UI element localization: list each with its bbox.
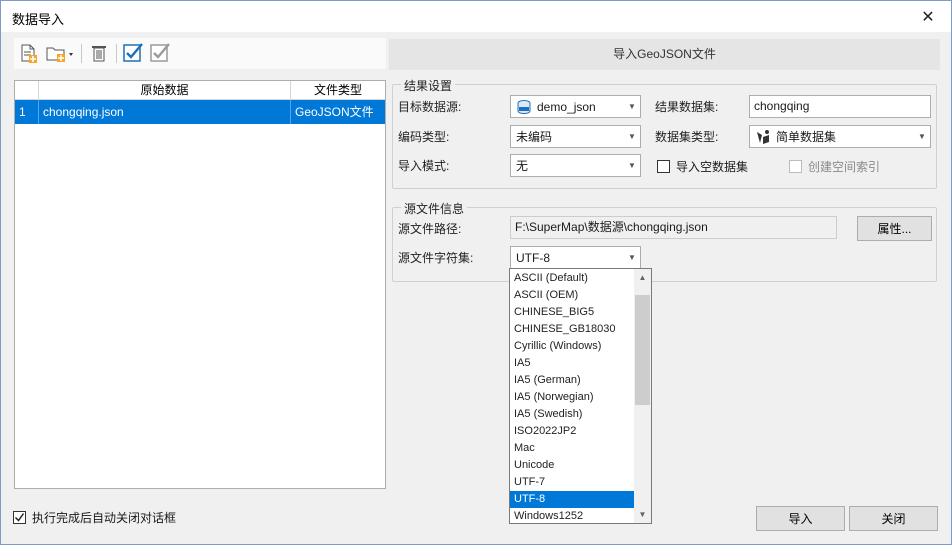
charset-option[interactable]: IA5 (Norwegian) — [510, 389, 635, 406]
charset-option[interactable]: Mac — [510, 440, 635, 457]
toolbar — [14, 38, 386, 69]
chevron-down-icon[interactable]: ▼ — [624, 96, 640, 117]
create-index-label: 创建空间索引 — [808, 160, 881, 174]
encoding-value: 未编码 — [516, 130, 553, 144]
grid-header: 原始数据 文件类型 — [15, 81, 385, 100]
charset-option[interactable]: UTF-8 — [510, 491, 635, 508]
charset-option[interactable]: ASCII (Default) — [510, 270, 635, 287]
encoding-label: 编码类型: — [398, 130, 450, 144]
charset-option[interactable]: IA5 (Swedish) — [510, 406, 635, 423]
scroll-down-icon[interactable]: ▼ — [634, 506, 651, 523]
close-icon[interactable]: ✕ — [905, 1, 951, 32]
grid-header-type[interactable]: 文件类型 — [291, 81, 385, 100]
create-index-option[interactable]: 创建空间索引 — [789, 158, 880, 175]
charset-value: UTF-8 — [516, 250, 550, 265]
close-button[interactable]: 关闭 — [849, 506, 938, 531]
source-path-label: 源文件路径: — [398, 222, 462, 236]
source-path-field: F:\SuperMap\数据源\chongqing.json — [510, 216, 837, 239]
datasource-icon — [516, 99, 532, 115]
row-index: 1 — [15, 100, 39, 124]
target-source-value: demo_json — [537, 99, 596, 114]
chevron-down-icon[interactable]: ▼ — [624, 247, 640, 268]
grid-header-index — [15, 81, 39, 100]
charset-option[interactable]: Cyrillic (Windows) — [510, 338, 635, 355]
file-grid[interactable]: 原始数据 文件类型 1 chongqing.json GeoJSON文件 — [14, 80, 386, 489]
charset-option[interactable]: IA5 — [510, 355, 635, 372]
properties-button[interactable]: 属性... — [857, 216, 932, 241]
scrollbar-thumb[interactable] — [635, 295, 650, 405]
charset-option[interactable]: UTF-7 — [510, 474, 635, 491]
dataset-type-combo[interactable]: 简单数据集 ▼ — [749, 125, 931, 148]
target-source-combo[interactable]: demo_json ▼ — [510, 95, 641, 118]
add-folder-icon[interactable] — [44, 41, 76, 65]
auto-close-option[interactable]: 执行完成后自动关闭对话框 — [13, 509, 176, 526]
charset-option[interactable]: Unicode — [510, 457, 635, 474]
select-all-icon[interactable] — [121, 41, 145, 65]
auto-close-label: 执行完成后自动关闭对话框 — [32, 511, 177, 525]
dataset-type-label: 数据集类型: — [655, 130, 719, 144]
charset-dropdown-list[interactable]: ASCII (Default) ASCII (OEM) CHINESE_BIG5 CH… — [509, 268, 652, 524]
scroll-up-icon[interactable]: ▲ — [634, 269, 651, 286]
import-dialog: 数据导入 ✕ 原始数据 文件类型 1 chongqing.json GeoJSO… — [0, 0, 952, 545]
chevron-down-icon[interactable]: ▼ — [624, 126, 640, 147]
target-source-label: 目标数据源: — [398, 100, 462, 114]
result-dataset-input[interactable]: chongqing — [749, 95, 931, 118]
chevron-down-icon[interactable]: ▼ — [914, 126, 930, 147]
charset-option[interactable]: CHINESE_BIG5 — [510, 304, 635, 321]
result-dataset-label: 结果数据集: — [655, 100, 719, 114]
title-bar: 数据导入 ✕ — [1, 1, 951, 32]
dropdown-scrollbar[interactable]: ▲ ▼ — [634, 269, 651, 523]
select-inverse-icon[interactable] — [148, 41, 172, 65]
row-filetype[interactable]: GeoJSON文件 — [291, 100, 385, 124]
charset-option[interactable]: Windows1252 — [510, 508, 635, 525]
delete-icon[interactable] — [87, 41, 111, 65]
charset-option[interactable]: IA5 (German) — [510, 372, 635, 389]
create-index-checkbox[interactable] — [789, 160, 802, 173]
import-mode-combo[interactable]: 无 ▼ — [510, 154, 641, 177]
import-empty-option[interactable]: 导入空数据集 — [657, 158, 748, 175]
table-row[interactable]: 1 chongqing.json GeoJSON文件 — [15, 100, 385, 124]
window-title: 数据导入 — [12, 12, 65, 27]
auto-close-checkbox[interactable] — [13, 511, 26, 524]
import-mode-label: 导入模式: — [398, 159, 450, 173]
panel-title: 导入GeoJSON文件 — [389, 39, 940, 70]
import-mode-value: 无 — [516, 159, 529, 173]
charset-option[interactable]: ISO2022JP2 — [510, 423, 635, 440]
row-filename[interactable]: chongqing.json — [39, 100, 291, 124]
result-settings-legend: 结果设置 — [401, 77, 456, 94]
import-empty-label: 导入空数据集 — [676, 160, 749, 174]
charset-option[interactable]: ASCII (OEM) — [510, 287, 635, 304]
grid-header-source[interactable]: 原始数据 — [39, 81, 291, 100]
charset-label: 源文件字符集: — [398, 251, 474, 265]
charset-combo[interactable]: UTF-8 ▼ — [510, 246, 641, 269]
encoding-combo[interactable]: 未编码 ▼ — [510, 125, 641, 148]
dataset-type-icon — [755, 129, 771, 145]
source-info-legend: 源文件信息 — [401, 200, 468, 217]
chevron-down-icon[interactable]: ▼ — [624, 155, 640, 176]
import-empty-checkbox[interactable] — [657, 160, 670, 173]
add-file-icon[interactable] — [16, 41, 40, 65]
charset-option[interactable]: CHINESE_GB18030 — [510, 321, 635, 338]
dataset-type-value: 简单数据集 — [776, 130, 837, 144]
import-button[interactable]: 导入 — [756, 506, 845, 531]
